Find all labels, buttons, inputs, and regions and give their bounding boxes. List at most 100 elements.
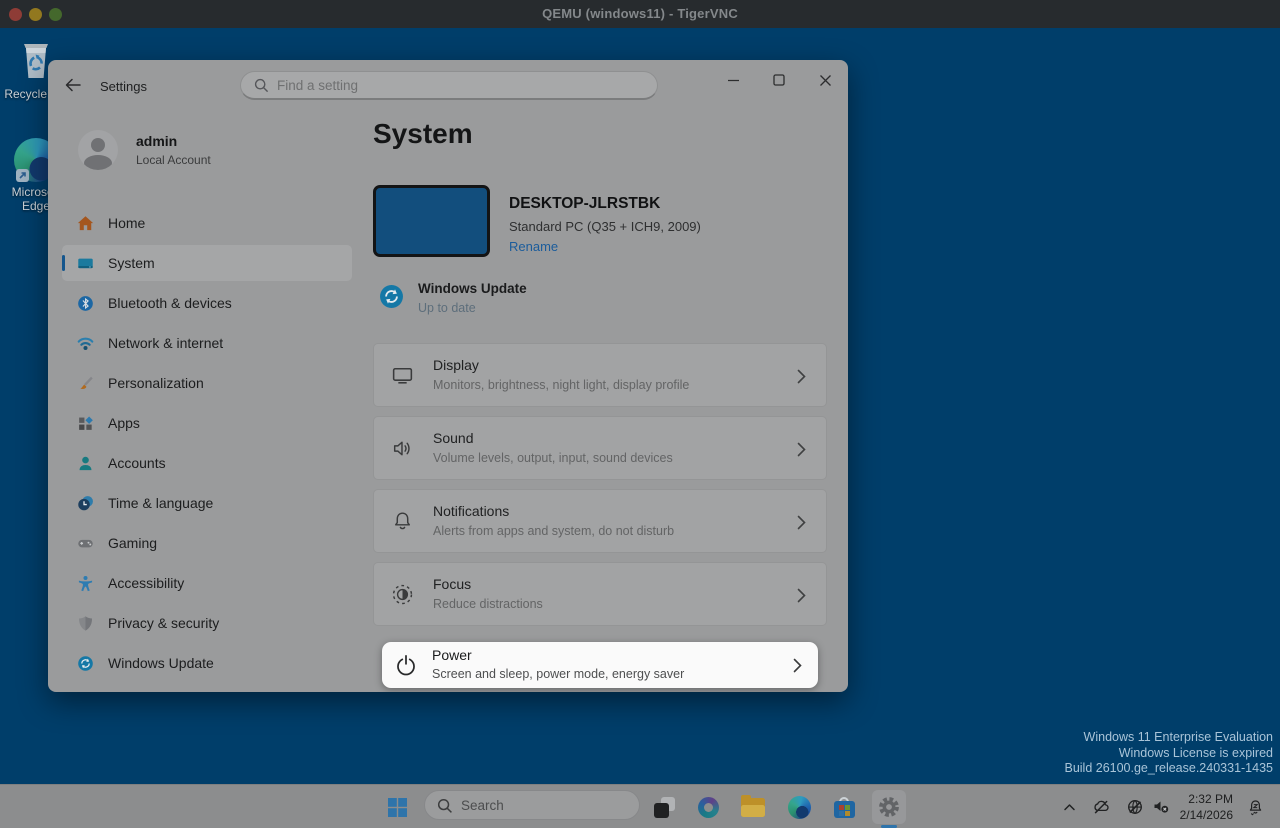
windows-watermark: Windows 11 Enterprise Evaluation Windows… (1064, 730, 1273, 777)
onedrive-tray-button[interactable] (1086, 792, 1116, 822)
start-button[interactable] (382, 792, 412, 822)
search-icon (437, 798, 453, 814)
page-title: System (373, 118, 473, 150)
onedrive-paused-icon (1092, 798, 1110, 816)
sidebar-item-gaming[interactable]: Gaming (62, 525, 352, 561)
card-sound[interactable]: Sound Volume levels, output, input, soun… (373, 416, 827, 480)
back-button[interactable] (62, 74, 84, 96)
brush-icon (77, 375, 94, 392)
sidebar-item-label: Personalization (108, 375, 204, 391)
settings-sidebar: Home System Bluetooth & devices Network … (62, 205, 352, 685)
volume-tray-button[interactable] (1146, 792, 1176, 822)
card-subtitle: Volume levels, output, input, sound devi… (433, 451, 673, 465)
apps-icon (77, 415, 94, 432)
sidebar-item-accessibility[interactable]: Accessibility (62, 565, 352, 601)
display-icon (390, 363, 415, 388)
file-explorer-button[interactable] (738, 792, 768, 822)
sidebar-item-label: System (108, 255, 155, 271)
power-icon (393, 652, 418, 677)
store-icon (834, 797, 855, 818)
microsoft-365-icon (698, 797, 719, 818)
edge-button[interactable] (784, 792, 814, 822)
watermark-line-1: Windows 11 Enterprise Evaluation (1064, 730, 1273, 746)
clock-globe-icon (77, 495, 94, 512)
sidebar-item-apps[interactable]: Apps (62, 405, 352, 441)
sidebar-item-label: Bluetooth & devices (108, 295, 232, 311)
tray-time: 2:32 PM (1180, 791, 1233, 807)
card-notifications[interactable]: Notifications Alerts from apps and syste… (373, 489, 827, 553)
gamepad-icon (77, 535, 94, 552)
card-title: Sound (433, 430, 473, 446)
system-icon (77, 255, 94, 272)
accessibility-icon (77, 575, 94, 592)
bell-icon (390, 509, 415, 534)
vnc-title-bar: QEMU (windows11) - TigerVNC (0, 0, 1280, 28)
sidebar-item-system[interactable]: System (62, 245, 352, 281)
taskbar-search-input[interactable] (461, 793, 629, 817)
windows-update-icon (77, 655, 94, 672)
chevron-right-icon (797, 515, 806, 535)
card-display[interactable]: Display Monitors, brightness, night ligh… (373, 343, 827, 407)
bell-dnd-icon (1246, 798, 1265, 817)
windows-update-title[interactable]: Windows Update (418, 281, 527, 296)
microsoft-store-button[interactable] (829, 792, 859, 822)
clock[interactable]: 2:32 PM 2/14/2026 (1180, 791, 1233, 823)
watermark-line-3: Build 26100.ge_release.240331-1435 (1064, 761, 1273, 777)
chevron-right-icon (793, 658, 802, 678)
shortcut-arrow-badge (16, 169, 29, 182)
screen: QEMU (windows11) - TigerVNC Recycle Bin … (0, 0, 1280, 828)
settings-window: Settings admin Local Account (48, 60, 848, 692)
user-account-type: Local Account (136, 153, 211, 167)
card-focus[interactable]: Focus Reduce distractions (373, 562, 827, 626)
windows-logo-icon (388, 798, 407, 817)
device-name: DESKTOP-JLRSTBK (509, 195, 660, 213)
sidebar-item-personalization[interactable]: Personalization (62, 365, 352, 401)
card-subtitle: Reduce distractions (433, 597, 543, 611)
window-title: Settings (100, 79, 147, 94)
sidebar-item-label: Privacy & security (108, 615, 219, 631)
rename-link[interactable]: Rename (509, 239, 558, 254)
settings-button[interactable] (874, 792, 904, 822)
card-subtitle: Alerts from apps and system, do not dist… (433, 524, 674, 538)
avatar[interactable] (78, 130, 118, 170)
card-power[interactable]: Power Screen and sleep, power mode, ener… (382, 642, 818, 688)
device-thumbnail (373, 185, 490, 257)
sidebar-item-accounts[interactable]: Accounts (62, 445, 352, 481)
user-name: admin (136, 133, 177, 149)
sidebar-item-windows-update[interactable]: Windows Update (62, 645, 352, 681)
search-icon (254, 78, 269, 93)
taskbar-search-box[interactable] (424, 790, 640, 820)
microsoft-365-button[interactable] (693, 792, 723, 822)
sidebar-item-time-language[interactable]: Time & language (62, 485, 352, 521)
bluetooth-icon (77, 295, 94, 312)
notification-center-button[interactable] (1240, 792, 1270, 822)
folder-icon (741, 798, 765, 817)
card-title: Display (433, 357, 479, 373)
sidebar-item-network-internet[interactable]: Network & internet (62, 325, 352, 361)
card-subtitle: Monitors, brightness, night light, displ… (433, 378, 689, 392)
home-icon (77, 215, 94, 232)
card-title: Power (432, 647, 472, 663)
tray-chevron-button[interactable] (1054, 792, 1084, 822)
card-title: Notifications (433, 503, 509, 519)
windows-update-status-icon (379, 284, 404, 309)
sidebar-item-privacy-security[interactable]: Privacy & security (62, 605, 352, 641)
wifi-icon (77, 335, 94, 352)
vnc-window-title: QEMU (windows11) - TigerVNC (0, 6, 1280, 21)
windows-update-status: Up to date (418, 301, 476, 315)
person-icon (77, 455, 94, 472)
sidebar-item-label: Home (108, 215, 145, 231)
volume-muted-icon (1152, 798, 1170, 816)
sidebar-item-home[interactable]: Home (62, 205, 352, 241)
card-subtitle: Screen and sleep, power mode, energy sav… (432, 667, 684, 681)
taskbar: 2:32 PM 2/14/2026 (0, 784, 1280, 828)
task-view-icon (651, 794, 677, 820)
chevron-up-icon (1062, 800, 1077, 815)
chevron-right-icon (797, 588, 806, 608)
task-view-button[interactable] (649, 792, 679, 822)
sidebar-item-label: Windows Update (108, 655, 214, 671)
sidebar-item-label: Apps (108, 415, 140, 431)
chevron-right-icon (797, 442, 806, 462)
sidebar-item-bluetooth-devices[interactable]: Bluetooth & devices (62, 285, 352, 321)
sidebar-item-label: Time & language (108, 495, 213, 511)
